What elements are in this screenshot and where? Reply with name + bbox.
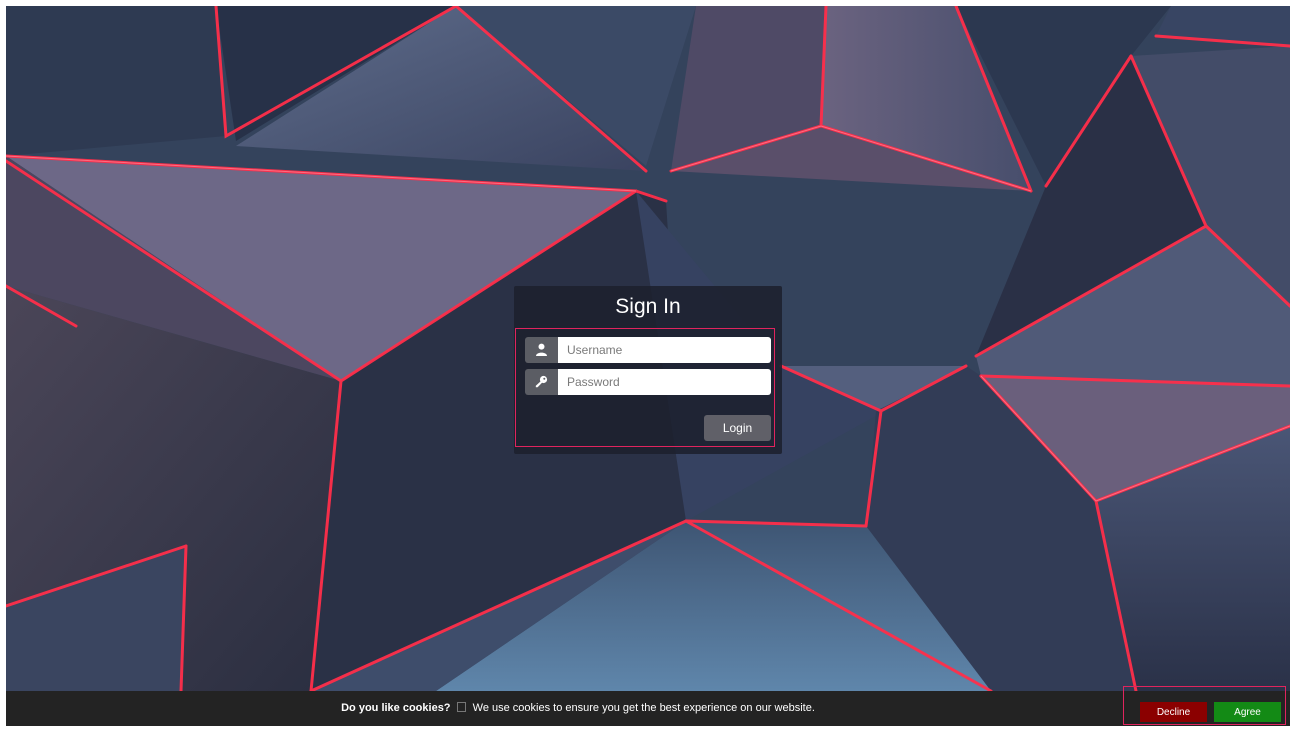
cookie-icon [456,702,466,712]
sign-in-title: Sign In [615,295,681,318]
key-icon [525,369,558,395]
cookie-question: Do you like cookies? [341,702,451,714]
cookie-actions: Decline Agree [1123,686,1286,725]
username-row [525,337,771,363]
username-input[interactable] [558,337,771,363]
decline-button[interactable]: Decline [1140,702,1207,722]
login-form: Login [515,328,775,447]
sign-in-panel: Sign In Username Login [514,286,782,454]
password-input[interactable] [558,369,771,395]
cookie-message: We use cookies to ensure you get the bes… [472,702,815,714]
agree-button[interactable]: Agree [1214,702,1281,722]
user-icon [525,337,558,363]
login-button[interactable]: Login [704,415,771,441]
password-row [525,369,771,395]
page-frame: Sign In Username Login Do you like cooki… [6,6,1290,726]
cookie-banner: Do you like cookies? We use cookies to e… [6,686,1290,726]
cookie-message-line: Do you like cookies? We use cookies to e… [6,691,1150,726]
